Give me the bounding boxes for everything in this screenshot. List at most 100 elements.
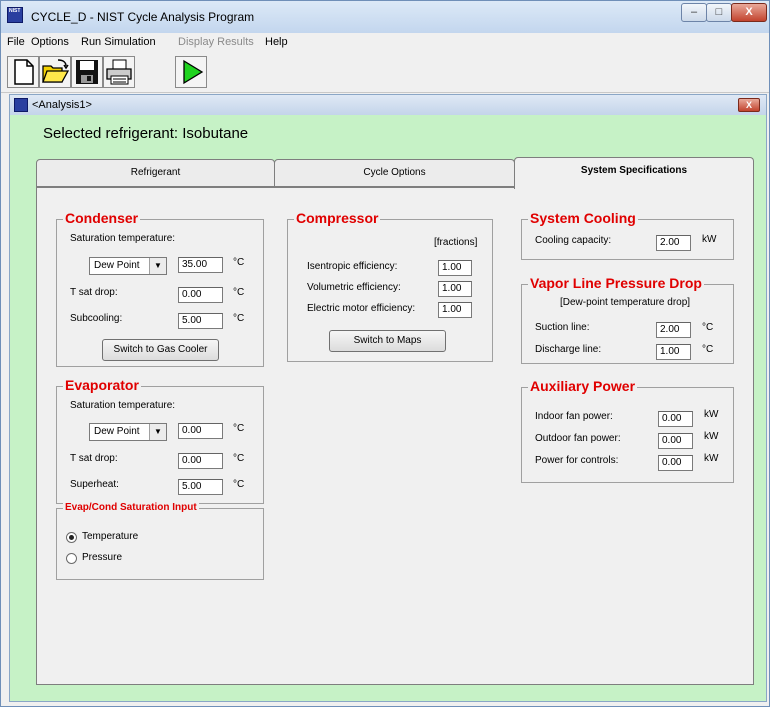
condenser-subcool-field[interactable]: 5.00 [178, 313, 223, 329]
pressure-radio-label: Pressure [82, 552, 123, 563]
indoor-fan-unit: kW [704, 409, 719, 420]
condenser-title: Condenser [63, 210, 141, 226]
print-icon [106, 59, 132, 85]
menu-display-results[interactable]: Display Results [178, 36, 254, 48]
switch-to-gas-cooler-button[interactable]: Switch to Gas Cooler [102, 339, 219, 361]
window-title: CYCLE_D - NIST Cycle Analysis Program [31, 10, 255, 24]
menu-bar: File Options Run Simulation Display Resu… [1, 33, 769, 53]
menu-file[interactable]: File [7, 36, 25, 48]
menu-options[interactable]: Options [31, 36, 69, 48]
vapor-line-note: [Dew-point temperature drop] [560, 297, 691, 308]
analysis-title-bar: <Analysis1> X [10, 95, 766, 115]
discharge-line-label: Discharge line: [535, 344, 602, 355]
evaporator-tsat-label: T sat drop: [70, 453, 118, 464]
tab-system-specifications[interactable]: System Specifications [514, 157, 754, 189]
open-button[interactable] [39, 56, 71, 88]
vapor-line-group: Vapor Line Pressure Drop [Dew-point temp… [521, 275, 734, 364]
menu-help[interactable]: Help [265, 36, 288, 48]
app-icon-text: NIST [9, 8, 21, 14]
isentropic-field[interactable]: 1.00 [438, 260, 472, 276]
selected-refrigerant-label: Selected refrigerant: Isobutane [43, 125, 249, 142]
title-bar: NIST CYCLE_D - NIST Cycle Analysis Progr… [1, 1, 769, 33]
tab-refrigerant[interactable]: Refrigerant [36, 159, 275, 187]
suction-line-unit: °C [702, 322, 714, 333]
system-specifications-panel: Condenser Saturation temperature: Dew Po… [36, 187, 754, 685]
run-play-icon [183, 59, 204, 85]
system-cooling-title: System Cooling [528, 210, 638, 226]
controls-power-label: Power for controls: [535, 455, 619, 466]
pressure-radio[interactable] [66, 553, 77, 564]
analysis-window: <Analysis1> X Selected refrigerant: Isob… [9, 94, 767, 702]
controls-power-field[interactable]: 0.00 [658, 455, 693, 471]
chevron-down-icon: ▼ [149, 258, 166, 274]
evaporator-superheat-unit: °C [233, 479, 245, 490]
evaporator-tsat-unit: °C [233, 453, 245, 464]
suction-line-label: Suction line: [535, 322, 590, 333]
temperature-radio[interactable] [66, 532, 77, 543]
condenser-sat-temp-field[interactable]: 35.00 [178, 257, 223, 273]
switch-to-maps-button[interactable]: Switch to Maps [329, 330, 446, 352]
auxiliary-power-title: Auxiliary Power [528, 378, 638, 394]
open-folder-icon [42, 59, 70, 83]
vapor-line-title: Vapor Line Pressure Drop [528, 275, 704, 291]
chevron-down-icon: ▼ [149, 424, 166, 440]
save-button[interactable] [71, 56, 103, 88]
maximize-button[interactable]: □ [706, 3, 732, 22]
evaporator-superheat-label: Superheat: [70, 479, 119, 490]
auxiliary-power-group: Auxiliary Power Indoor fan power: 0.00 k… [521, 378, 734, 483]
motor-efficiency-field[interactable]: 1.00 [438, 302, 472, 318]
isentropic-label: Isentropic efficiency: [307, 261, 398, 272]
cooling-capacity-unit: kW [702, 234, 717, 245]
menu-run-simulation[interactable]: Run Simulation [81, 36, 156, 48]
controls-power-unit: kW [704, 453, 719, 464]
condenser-subcool-unit: °C [233, 313, 245, 324]
evaporator-sat-mode-value: Dew Point [94, 426, 140, 437]
evaporator-sat-unit: °C [233, 423, 245, 434]
compressor-group: Compressor [fractions] Isentropic effici… [287, 210, 493, 362]
saturation-input-group: Evap/Cond Saturation Input Temperature P… [56, 502, 264, 580]
system-cooling-group: System Cooling Cooling capacity: 2.00 kW [521, 210, 734, 260]
cooling-capacity-field[interactable]: 2.00 [656, 235, 691, 251]
indoor-fan-field[interactable]: 0.00 [658, 411, 693, 427]
evaporator-sat-label: Saturation temperature: [70, 400, 176, 411]
suction-line-field[interactable]: 2.00 [656, 322, 691, 338]
evaporator-tsat-field[interactable]: 0.00 [178, 453, 223, 469]
compressor-title: Compressor [294, 210, 381, 226]
analysis-close-button[interactable]: X [738, 98, 760, 112]
condenser-subcool-label: Subcooling: [70, 313, 123, 324]
evaporator-sat-mode-select[interactable]: Dew Point ▼ [89, 423, 167, 441]
condenser-tsat-label: T sat drop: [70, 287, 118, 298]
condenser-tsat-field[interactable]: 0.00 [178, 287, 223, 303]
volumetric-field[interactable]: 1.00 [438, 281, 472, 297]
discharge-line-field[interactable]: 1.00 [656, 344, 691, 360]
evaporator-group: Evaporator Saturation temperature: Dew P… [56, 377, 264, 504]
new-button[interactable] [7, 56, 39, 88]
motor-efficiency-label: Electric motor efficiency: [307, 303, 416, 314]
evaporator-superheat-field[interactable]: 5.00 [178, 479, 223, 495]
cooling-capacity-label: Cooling capacity: [535, 235, 612, 246]
saturation-input-title: Evap/Cond Saturation Input [63, 502, 199, 513]
fractions-label: [fractions] [434, 237, 478, 248]
outdoor-fan-field[interactable]: 0.00 [658, 433, 693, 449]
condenser-sat-mode-value: Dew Point [94, 260, 140, 271]
run-button[interactable] [175, 56, 207, 88]
print-button[interactable] [103, 56, 135, 88]
discharge-line-unit: °C [702, 344, 714, 355]
save-disk-icon [76, 60, 98, 84]
evaporator-title: Evaporator [63, 377, 141, 393]
main-window: NIST CYCLE_D - NIST Cycle Analysis Progr… [0, 0, 770, 707]
minimize-button[interactable]: – [681, 3, 707, 22]
condenser-sat-mode-select[interactable]: Dew Point ▼ [89, 257, 167, 275]
condenser-sat-unit: °C [233, 257, 245, 268]
condenser-tsat-unit: °C [233, 287, 245, 298]
close-button[interactable]: X [731, 3, 767, 22]
volumetric-label: Volumetric efficiency: [307, 282, 401, 293]
toolbar [1, 53, 769, 93]
app-icon: NIST [7, 7, 23, 23]
tab-cycle-options[interactable]: Cycle Options [274, 159, 515, 187]
outdoor-fan-label: Outdoor fan power: [535, 433, 621, 444]
evaporator-sat-temp-field[interactable]: 0.00 [178, 423, 223, 439]
outdoor-fan-unit: kW [704, 431, 719, 442]
new-file-icon [14, 59, 34, 85]
condenser-sat-label: Saturation temperature: [70, 233, 176, 244]
